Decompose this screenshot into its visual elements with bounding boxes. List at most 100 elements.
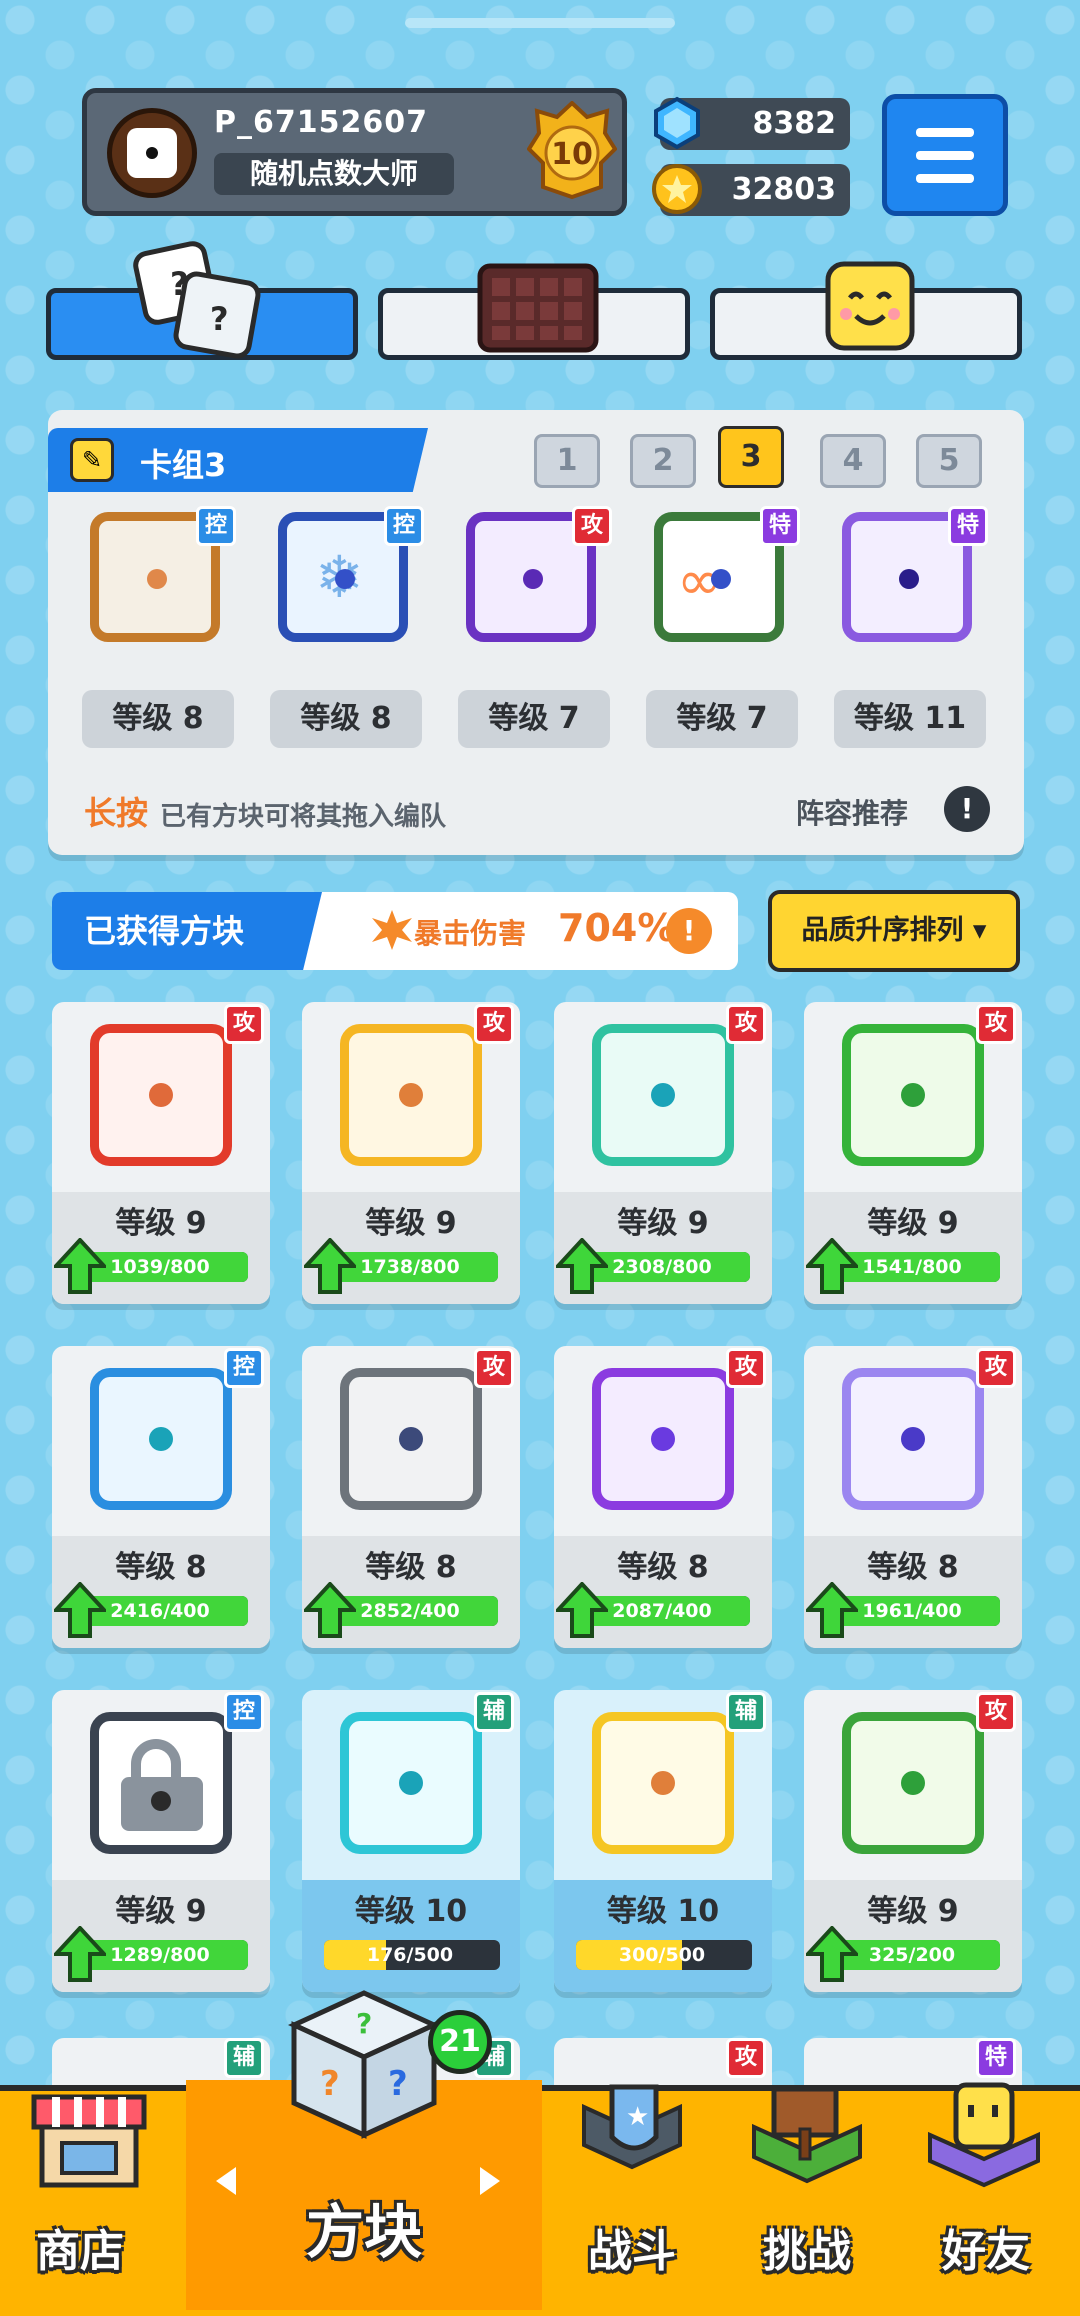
block-tile xyxy=(842,1712,984,1854)
type-badge: 攻 xyxy=(976,1004,1016,1044)
block-card[interactable]: 控等级 9 1289/800 xyxy=(52,1690,270,1992)
nav-battle[interactable]: ★ 战斗 xyxy=(542,2084,722,2310)
player-profile[interactable]: P_67152607 随机点数大师 10 xyxy=(82,88,627,216)
upgrade-arrow-icon xyxy=(556,1582,608,1638)
block-card[interactable]: 攻等级 9 2308/800 xyxy=(554,1002,772,1304)
type-badge: 攻 xyxy=(726,1004,766,1044)
block-level: 等级 10 xyxy=(354,1894,468,1929)
block-card[interactable]: 攻等级 9 1541/800 xyxy=(804,1002,1022,1304)
type-badge: 辅 xyxy=(224,2038,264,2078)
edit-pencil-icon[interactable]: ✎ xyxy=(70,438,114,482)
coin-icon xyxy=(652,164,702,214)
svg-text:?: ? xyxy=(388,2064,408,2104)
nav-friends-label: 好友 xyxy=(942,2226,1030,2277)
block-tile xyxy=(340,1024,482,1166)
deck-slot-3[interactable]: 攻 xyxy=(454,500,612,650)
upgrade-arrow-icon xyxy=(806,1238,858,1294)
block-level: 等级 9 xyxy=(115,1206,207,1241)
top-grabber[interactable] xyxy=(405,18,675,28)
upgrade-arrow-icon xyxy=(806,1582,858,1638)
nav-blocks[interactable]: ? ? ? 方块 xyxy=(186,1990,542,2310)
nav-shop[interactable]: 商店 xyxy=(0,2085,186,2310)
type-badge: 攻 xyxy=(474,1004,514,1044)
info-icon[interactable]: ! xyxy=(944,786,990,832)
nav-prev-arrow-icon[interactable] xyxy=(216,2167,236,2195)
recommend-label[interactable]: 阵容推荐 xyxy=(796,792,908,832)
type-badge: 特 xyxy=(760,506,800,546)
deck-tab-3[interactable]: 3 xyxy=(718,426,784,488)
block-level: 等级 8 xyxy=(617,1550,709,1585)
type-badge: 控 xyxy=(224,1348,264,1388)
block-card[interactable]: 辅等级 10 176/500 xyxy=(302,1690,520,1992)
deck-tab-5[interactable]: 5 xyxy=(916,434,982,488)
board-icon xyxy=(477,263,599,353)
block-level: 等级 10 xyxy=(606,1894,720,1929)
deck-slot-4[interactable]: ∞ 特 xyxy=(642,500,800,650)
sort-button[interactable]: 品质升序排列 ▾ xyxy=(768,890,1020,972)
nav-challenge[interactable]: 挑战 xyxy=(722,2085,892,2310)
type-badge: 辅 xyxy=(474,1692,514,1732)
block-level: 等级 8 xyxy=(115,1550,207,1585)
deck-slot-5[interactable]: 特 xyxy=(830,500,988,650)
block-tile xyxy=(592,1368,734,1510)
block-card[interactable]: 攻等级 8 2852/400 xyxy=(302,1346,520,1648)
shop-icon xyxy=(31,2094,147,2188)
deck-slot-2[interactable]: ❄ 控 xyxy=(266,500,424,650)
slot-level-2: 等级 8 xyxy=(270,690,422,748)
nav-next-arrow-icon[interactable] xyxy=(480,2167,500,2195)
upgrade-arrow-icon xyxy=(54,1238,106,1294)
block-level: 等级 8 xyxy=(867,1550,959,1585)
type-badge: 特 xyxy=(948,506,988,546)
nav-shop-label: 商店 xyxy=(36,2226,124,2277)
hint-text: 已有方块可将其拖入编队 xyxy=(160,802,447,832)
block-tile xyxy=(592,1024,734,1166)
blocks-cube-icon: ? ? ? xyxy=(287,1990,441,2139)
type-badge: 攻 xyxy=(726,1348,766,1388)
deck-tab-2[interactable]: 2 xyxy=(630,434,696,488)
block-level: 等级 9 xyxy=(365,1206,457,1241)
nav-blocks-label: 方块 xyxy=(305,2198,422,2266)
crit-value: 704% xyxy=(558,906,676,950)
block-card[interactable]: 攻等级 9 1738/800 xyxy=(302,1002,520,1304)
battle-shield-icon: ★ xyxy=(582,2084,682,2170)
block-tile xyxy=(90,1024,232,1166)
upgrade-arrow-icon xyxy=(54,1926,106,1982)
deck-tab-1[interactable]: 1 xyxy=(534,434,600,488)
deck-slot-1[interactable]: 控 xyxy=(78,500,236,650)
block-tile xyxy=(842,1368,984,1510)
player-name: P_67152607 xyxy=(214,105,428,140)
nav-challenge-label: 挑战 xyxy=(763,2226,851,2277)
type-badge: 控 xyxy=(196,506,236,546)
player-title: 随机点数大师 xyxy=(214,153,454,195)
svg-text:?: ? xyxy=(170,265,189,303)
block-tile xyxy=(340,1712,482,1854)
type-badge: 攻 xyxy=(572,506,612,546)
block-card[interactable]: 攻等级 9 1039/800 xyxy=(52,1002,270,1304)
sort-label: 品质升序排列 xyxy=(801,915,964,946)
slot-level-4: 等级 7 xyxy=(646,690,798,748)
block-card[interactable]: 攻等级 8 1961/400 xyxy=(804,1346,1022,1648)
upgrade-arrow-icon xyxy=(556,1238,608,1294)
block-card[interactable]: 攻等级 9 325/200 xyxy=(804,1690,1022,1992)
block-tile xyxy=(842,1024,984,1166)
block-card[interactable]: 攻等级 8 2087/400 xyxy=(554,1346,772,1648)
block-level: 等级 9 xyxy=(867,1894,959,1929)
block-card[interactable]: 辅等级 10 300/500 xyxy=(554,1690,772,1992)
deck-title: 卡组3 xyxy=(140,446,227,484)
avatar xyxy=(107,108,197,198)
crit-label: 暴击伤害 xyxy=(414,917,527,950)
smiley-block-icon xyxy=(825,261,915,351)
block-level: 等级 9 xyxy=(867,1206,959,1241)
gem-icon xyxy=(654,96,700,150)
svg-text:?: ? xyxy=(320,2064,340,2104)
progress-text: 300/500 xyxy=(618,1944,706,1966)
friends-block-icon xyxy=(928,2082,1040,2188)
dice-pair-icon: ? ? xyxy=(133,241,261,359)
block-card[interactable]: 控等级 8 2416/400 xyxy=(52,1346,270,1648)
type-badge: 控 xyxy=(224,1692,264,1732)
menu-button[interactable] xyxy=(882,94,1008,216)
nav-friends[interactable]: 好友 xyxy=(892,2082,1080,2310)
crit-info-icon[interactable]: ! xyxy=(666,908,712,954)
type-badge: 辅 xyxy=(726,1692,766,1732)
deck-tab-4[interactable]: 4 xyxy=(820,434,886,488)
